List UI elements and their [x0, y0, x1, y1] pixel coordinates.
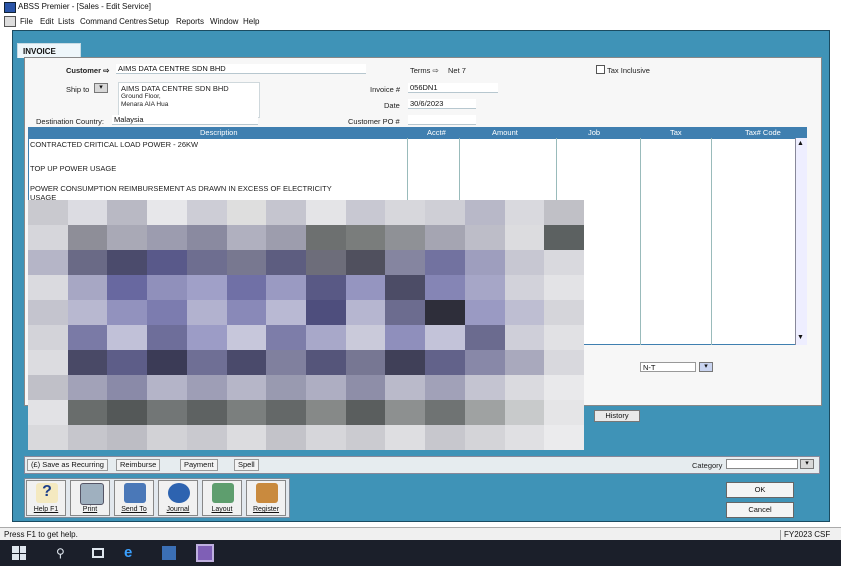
date-label: Date	[384, 101, 400, 110]
ship-to-line-1: AIMS DATA CENTRE SDN BHD	[121, 84, 229, 93]
title-bar: ABSS Premier - [Sales - Edit Service]	[0, 0, 841, 14]
menu-lists[interactable]: Lists	[58, 17, 74, 26]
send-to-button[interactable]: Send To	[114, 480, 154, 516]
terms-value: Net 7	[448, 66, 466, 75]
customer-po-field[interactable]	[408, 115, 476, 125]
search-icon[interactable]: ⚲	[56, 546, 70, 560]
menu-command-centres[interactable]: Command Centres	[80, 17, 147, 26]
scroll-up-icon[interactable]: ▲	[797, 140, 804, 147]
grid-scrollbar[interactable]: ▲ ▼	[795, 138, 807, 345]
history-button[interactable]: History	[594, 410, 640, 422]
windows-start-icon[interactable]	[12, 546, 26, 560]
category-dropdown-icon[interactable]: ▾	[800, 459, 814, 469]
line-item[interactable]: POWER CONSUMPTION REIMBURSEMENT AS DRAWN…	[30, 184, 332, 193]
register-button[interactable]: Register	[246, 480, 286, 516]
ok-button[interactable]: OK	[726, 482, 794, 498]
register-icon	[256, 483, 278, 503]
menu-reports[interactable]: Reports	[176, 17, 204, 26]
column-job: Job	[588, 128, 601, 137]
column-divider	[711, 138, 712, 345]
category-field[interactable]	[726, 459, 798, 469]
redacted-region	[28, 200, 584, 450]
line-item[interactable]: TOP UP POWER USAGE	[30, 164, 116, 173]
ship-to-dropdown[interactable]: ▾	[94, 83, 108, 93]
column-amount: Amount	[492, 128, 518, 137]
customer-label[interactable]: Customer ⇨	[66, 66, 109, 75]
abss-app-icon[interactable]	[196, 544, 214, 562]
status-bar: Press F1 to get help. FY2023 CSF AD	[0, 527, 841, 548]
tax-code-dropdown-icon[interactable]: ▾	[699, 362, 713, 372]
browser-icon[interactable]: e	[124, 545, 138, 560]
ship-to-address[interactable]: AIMS DATA CENTRE SDN BHD Ground Floor, M…	[118, 82, 260, 118]
reimburse-button[interactable]: Reimburse	[116, 459, 161, 471]
date-field[interactable]: 30/6/2023	[408, 99, 476, 109]
spell-button[interactable]: Spell	[234, 459, 259, 471]
help-icon: ?	[36, 483, 58, 503]
column-tax-code: Tax# Code	[745, 128, 781, 137]
ship-to-label: Ship to	[66, 85, 90, 94]
document-icon	[4, 16, 16, 27]
menu-edit[interactable]: Edit	[40, 17, 54, 26]
tab-invoice[interactable]: INVOICE	[17, 43, 81, 58]
tax-inclusive-checkbox[interactable]	[596, 65, 605, 74]
column-tax: Tax	[670, 128, 682, 137]
journal-icon	[168, 483, 190, 503]
app-icon	[4, 2, 16, 13]
menu-setup[interactable]: Setup	[148, 17, 169, 26]
customer-po-label: Customer PO #	[348, 117, 400, 126]
column-divider	[640, 138, 641, 345]
scroll-down-icon[interactable]: ▼	[797, 334, 804, 341]
line-items-header	[28, 127, 807, 138]
window-title: ABSS Premier - [Sales - Edit Service]	[18, 2, 151, 11]
print-button[interactable]: Print	[70, 480, 110, 516]
help-button[interactable]: ? Help F1	[26, 480, 66, 516]
invoice-number-label: Invoice #	[370, 85, 401, 94]
menu-help[interactable]: Help	[243, 17, 259, 26]
journal-button[interactable]: Journal	[158, 480, 198, 516]
tax-inclusive-label: Tax Inclusive	[607, 66, 650, 75]
category-label: Category	[692, 461, 723, 470]
ship-to-line-3: Menara AIA Hua	[121, 101, 169, 108]
column-description: Description	[200, 128, 238, 137]
ship-to-line-2: Ground Floor,	[121, 93, 161, 100]
printer-icon	[80, 483, 104, 505]
tax-code-field[interactable]: N-T	[640, 362, 696, 372]
destination-country-label: Destination Country:	[36, 117, 104, 126]
destination-country-field[interactable]: Malaysia	[112, 115, 258, 125]
invoice-number-field[interactable]: 056DN1	[408, 83, 498, 93]
payment-button[interactable]: Payment	[180, 459, 218, 471]
task-view-icon[interactable]	[92, 548, 104, 558]
send-icon	[124, 483, 146, 503]
layout-button[interactable]: Layout	[202, 480, 242, 516]
menu-file[interactable]: File	[20, 17, 33, 26]
column-account: Acct#	[427, 128, 446, 137]
menu-window[interactable]: Window	[210, 17, 238, 26]
save-as-recurring-button[interactable]: (£) Save as Recurring	[27, 459, 108, 471]
status-help-text: Press F1 to get help.	[4, 530, 78, 539]
terms-label[interactable]: Terms ⇨	[410, 66, 439, 75]
file-explorer-icon[interactable]	[162, 546, 176, 560]
layout-icon	[212, 483, 234, 503]
customer-field[interactable]: AIMS DATA CENTRE SDN BHD	[116, 64, 366, 74]
line-item[interactable]: CONTRACTED CRITICAL LOAD POWER - 26KW	[30, 140, 198, 149]
cancel-button[interactable]: Cancel	[726, 502, 794, 518]
